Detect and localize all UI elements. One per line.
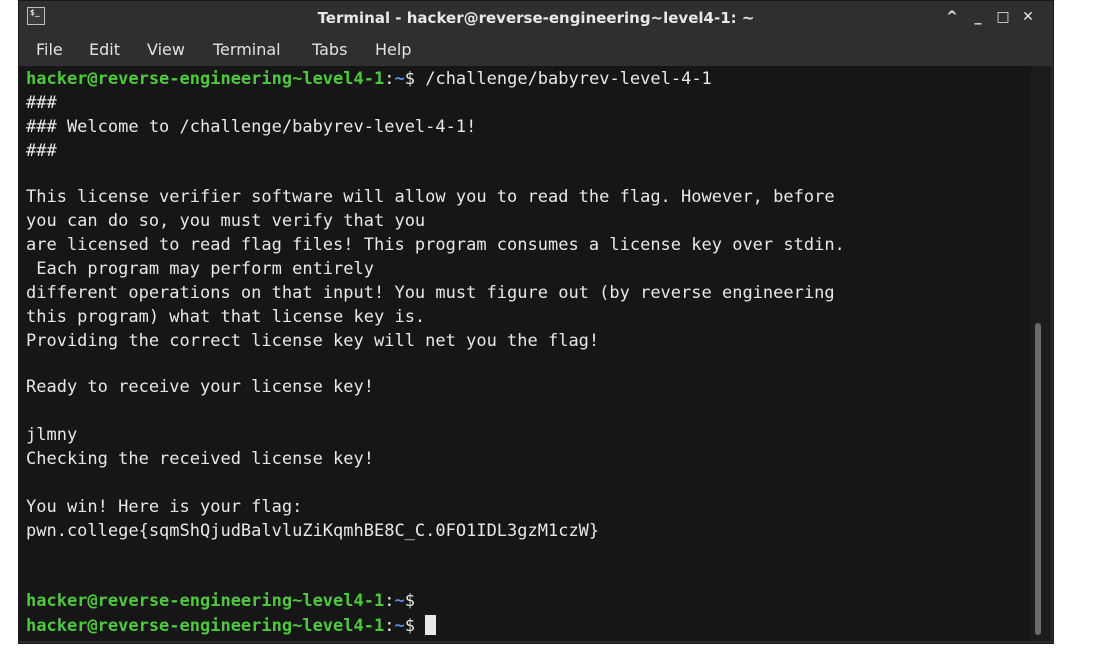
prompt-dollar: $ — [404, 591, 426, 611]
prompt-separator: : — [384, 591, 395, 611]
output-line: this program) what that license key is. — [26, 307, 426, 327]
prompt-user: hacker@reverse-engineering~level4-1 — [26, 591, 385, 611]
window-title: Terminal - hacker@reverse-engineering~le… — [317, 9, 755, 27]
output-line: ### — [26, 93, 57, 113]
menu-bar: File Edit View Terminal Tabs Help — [19, 34, 1053, 66]
prompt-path: ~ — [394, 69, 405, 89]
output-line: Ready to receive your license key! — [26, 377, 374, 397]
prompt-user: hacker@reverse-engineering~level4-1 — [26, 69, 385, 89]
command-text: /challenge/babyrev-level-4-1 — [425, 69, 712, 89]
prompt-dollar: $ — [404, 69, 426, 89]
terminal-window: $ _ Terminal - hacker@reverse-engineering… — [18, 0, 1054, 644]
command-line: hacker@reverse-engineering~level4-1:~$ /… — [26, 69, 712, 93]
scrollbar-track[interactable] — [1031, 66, 1051, 641]
prompt-path: ~ — [394, 591, 405, 611]
prompt-user: hacker@reverse-engineering~level4-1 — [26, 616, 385, 636]
menu-edit[interactable]: Edit — [89, 40, 120, 59]
chevron-up-icon[interactable]: ^ — [943, 8, 961, 26]
prompt-separator: : — [384, 616, 395, 636]
output-line: Providing the correct license key will n… — [26, 331, 600, 351]
output-line: you can do so, you must verify that you — [26, 211, 426, 231]
prompt-line: hacker@reverse-engineering~level4-1:~$ — [26, 591, 425, 615]
maximize-icon[interactable]: □ — [994, 8, 1012, 26]
minimize-icon[interactable]: _ — [969, 8, 987, 26]
flag-line: pwn.college{sqmShQjudBalvluZiKqmhBE8C_C.… — [26, 521, 600, 541]
output-line: jlmny — [26, 425, 78, 445]
menu-file[interactable]: File — [36, 40, 63, 59]
output-line: ### — [26, 141, 57, 161]
prompt-separator: : — [384, 69, 395, 89]
prompt-dollar: $ — [404, 616, 426, 636]
output-line: Checking the received license key! — [26, 449, 374, 469]
menu-view[interactable]: View — [147, 40, 185, 59]
terminal-output[interactable]: hacker@reverse-engineering~level4-1:~$ /… — [19, 66, 1031, 641]
active-prompt-line: hacker@reverse-engineering~level4-1:~$ — [26, 615, 437, 639]
menu-help[interactable]: Help — [375, 40, 411, 59]
title-bar[interactable]: $_ Terminal - hacker@reverse-engineering… — [19, 1, 1053, 34]
scrollbar-thumb[interactable] — [1035, 323, 1041, 635]
output-line: Each program may perform entirely — [26, 259, 374, 279]
output-line: different operations on that input! You … — [26, 283, 835, 303]
output-line: This license verifier software will allo… — [26, 187, 835, 207]
menu-tabs[interactable]: Tabs — [312, 40, 347, 59]
output-line: You win! Here is your flag: — [26, 497, 303, 517]
close-icon[interactable]: ✕ — [1019, 8, 1037, 26]
output-line: ### Welcome to /challenge/babyrev-level-… — [26, 117, 477, 137]
menu-terminal[interactable]: Terminal — [213, 40, 281, 59]
prompt-path: ~ — [394, 616, 405, 636]
output-line: are licensed to read flag files! This pr… — [26, 235, 845, 255]
text-cursor — [425, 615, 437, 635]
